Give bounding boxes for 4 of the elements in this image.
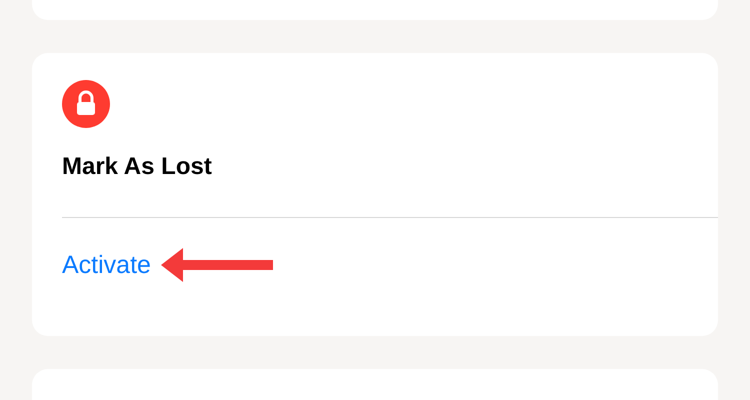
activate-link[interactable]: Activate bbox=[62, 249, 151, 281]
arrow-icon bbox=[160, 248, 273, 282]
lock-icon bbox=[62, 80, 110, 128]
card-title: Mark As Lost bbox=[62, 152, 213, 182]
